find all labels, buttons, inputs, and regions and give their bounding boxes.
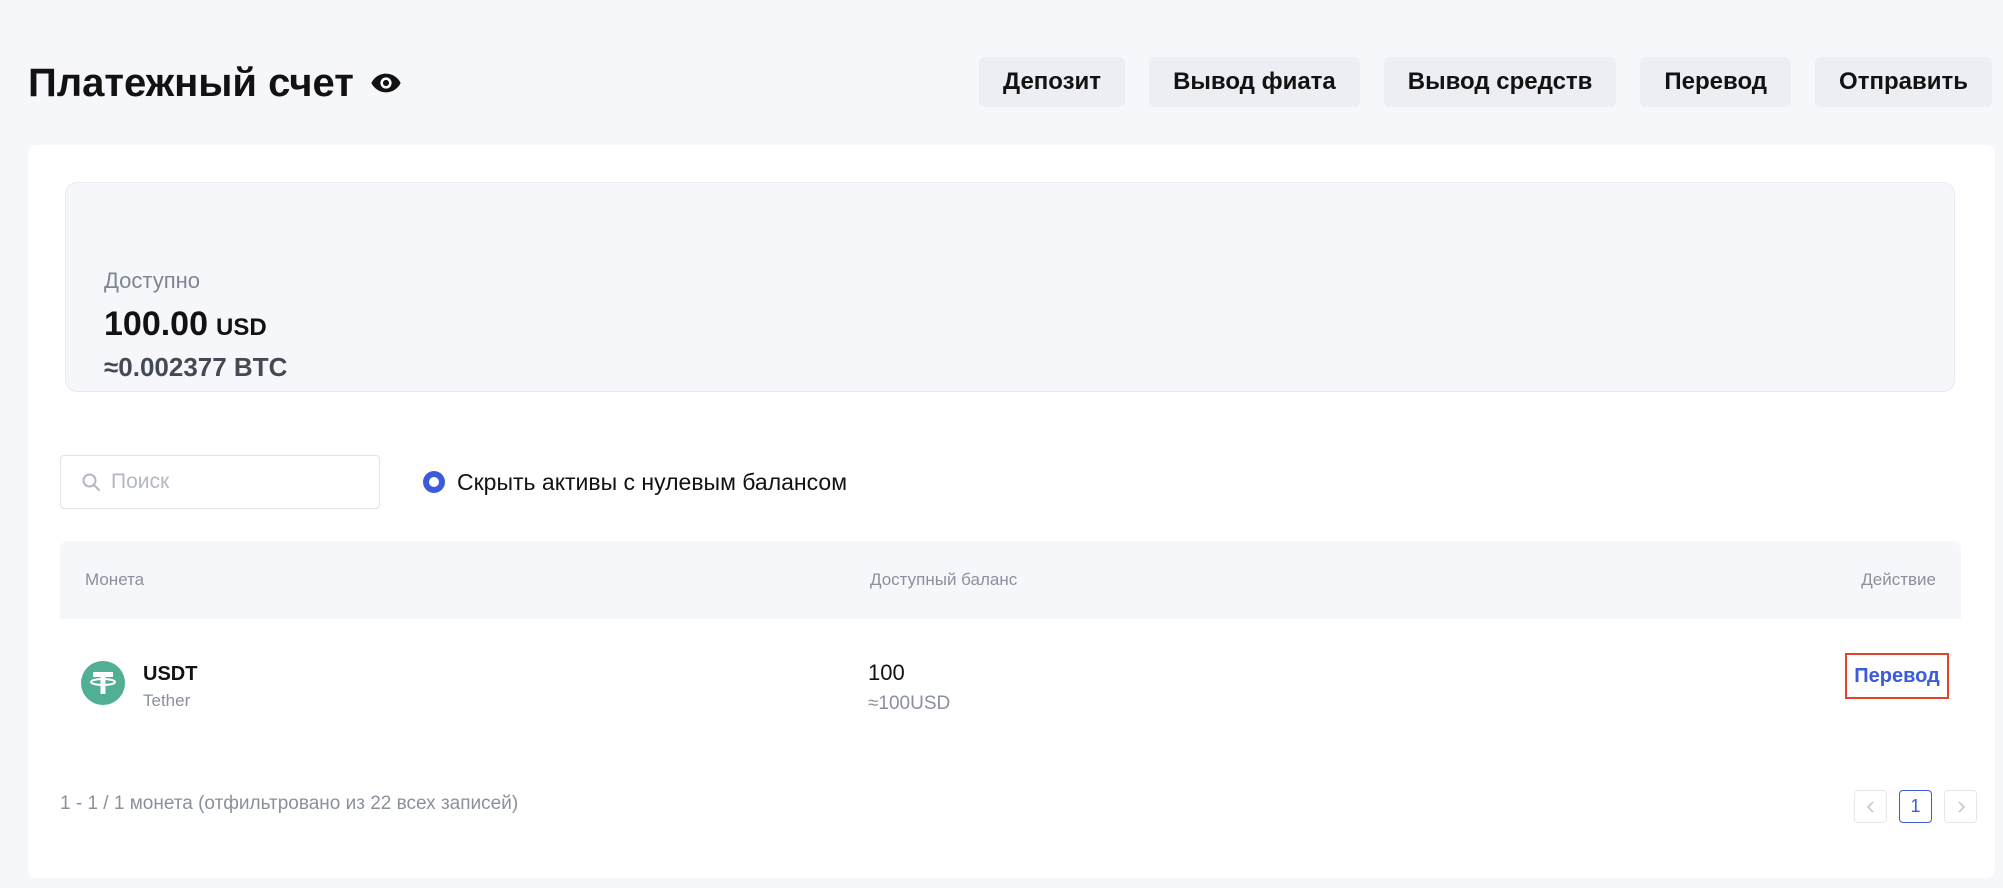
coin-name: Tether <box>143 691 191 710</box>
tether-icon <box>81 661 125 705</box>
column-coin: Монета <box>85 570 145 589</box>
payment-account-page: Платежный счет Депозит Вывод фиата Вывод… <box>0 0 2003 888</box>
column-balance: Доступный баланс <box>870 570 1018 589</box>
page-header: Платежный счет Депозит Вывод фиата Вывод… <box>0 0 2003 145</box>
hide-zero-balance-toggle[interactable]: Скрыть активы с нулевым балансом <box>423 467 847 497</box>
transfer-button[interactable]: Перевод <box>1640 57 1792 107</box>
row-transfer-link[interactable]: Перевод <box>1845 653 1949 699</box>
coin-symbol: USDT <box>143 663 198 685</box>
header-actions: Депозит Вывод фиата Вывод средств Перево… <box>979 57 1992 107</box>
records-info: 1 - 1 / 1 монета (отфильтровано из 22 вс… <box>60 793 519 814</box>
balance-btc-equivalent: ≈0.002377 BTC <box>104 352 288 382</box>
table-header: Монета Доступный баланс Действие <box>60 541 1961 619</box>
coin-balance: 100 <box>868 660 905 685</box>
page-number-button[interactable]: 1 <box>1899 790 1932 823</box>
withdraw-button[interactable]: Вывод средств <box>1383 57 1617 107</box>
hide-zero-radio[interactable] <box>423 471 445 493</box>
column-action: Действие <box>1861 570 1936 589</box>
page-title: Платежный счет <box>28 58 402 108</box>
search-icon <box>81 472 101 492</box>
send-button[interactable]: Отправить <box>1815 57 1992 107</box>
chevron-right-icon <box>1954 800 1968 814</box>
fiat-withdraw-button[interactable]: Вывод фиата <box>1149 57 1360 107</box>
hide-zero-label: Скрыть активы с нулевым балансом <box>457 469 848 495</box>
balance-amount-row: 100.00 USD <box>104 303 267 345</box>
next-page-button[interactable] <box>1944 790 1977 823</box>
table-row: USDT Tether 100 ≈100USD Перевод <box>60 619 1961 745</box>
account-card: Доступно 100.00 USD ≈0.002377 BTC Скрыть… <box>28 145 1995 878</box>
chevron-left-icon <box>1864 800 1878 814</box>
deposit-button[interactable]: Депозит <box>979 57 1126 107</box>
balance-label: Доступно <box>104 268 201 293</box>
prev-page-button[interactable] <box>1854 790 1887 823</box>
search-box[interactable] <box>60 455 380 509</box>
pagination: 1 <box>1854 790 1977 823</box>
balance-summary: Доступно 100.00 USD ≈0.002377 BTC <box>65 182 1955 392</box>
page-title-text: Платежный счет <box>28 61 354 105</box>
balance-currency: USD <box>216 314 267 341</box>
eye-icon[interactable] <box>370 67 402 99</box>
search-input[interactable] <box>111 470 361 494</box>
balance-amount: 100.00 <box>104 305 208 343</box>
coin-balance-usd: ≈100USD <box>868 693 951 714</box>
